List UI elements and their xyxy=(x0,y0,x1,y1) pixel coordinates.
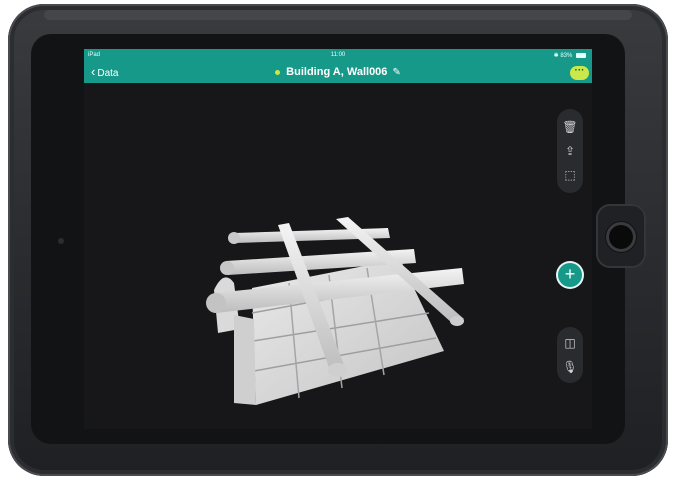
top-toolbar: 🗑 ⇪ ⬚ xyxy=(557,109,583,193)
battery-percent: 83% xyxy=(560,53,573,59)
status-bar: iPad 11:00 ✱ 83% xyxy=(84,49,592,61)
case-lip xyxy=(44,10,632,20)
more-button[interactable]: ··· xyxy=(570,66,589,80)
clock: 11:00 xyxy=(330,52,346,58)
front-camera xyxy=(58,238,64,244)
add-button[interactable]: + xyxy=(558,263,582,287)
battery-indicator: ✱ 83% xyxy=(554,52,586,59)
trash-icon[interactable]: 🗑 xyxy=(557,115,583,139)
page-title: Building A, Wall006 xyxy=(286,66,388,78)
app-screen: iPad 11:00 ✱ 83% ‹ Data Building A, Wall0… xyxy=(84,49,592,429)
share-icon[interactable]: ⇪ xyxy=(557,139,583,163)
page-title-group[interactable]: Building A, Wall006 ✎ xyxy=(84,65,592,80)
battery-icon xyxy=(576,52,586,58)
scan-model xyxy=(206,217,464,405)
home-button[interactable] xyxy=(606,222,636,252)
pencil-icon[interactable]: ✎ xyxy=(392,67,400,78)
split-view-icon[interactable]: ◫ xyxy=(557,331,583,355)
3d-viewport[interactable]: 🗑 ⇪ ⬚ + ◫ 🎙 xyxy=(84,83,592,429)
selection-rect-icon[interactable]: ⬚ xyxy=(557,163,583,187)
bottom-toolbar: ◫ 🎙 xyxy=(557,327,583,383)
scan-mesh xyxy=(206,217,464,405)
bluetooth-icon: ✱ xyxy=(553,53,559,59)
plus-icon: + xyxy=(564,264,576,284)
status-dot xyxy=(275,69,281,75)
nav-bar: ‹ Data Building A, Wall006 ✎ ··· xyxy=(84,61,592,83)
microphone-icon[interactable]: 🎙 xyxy=(557,355,583,379)
